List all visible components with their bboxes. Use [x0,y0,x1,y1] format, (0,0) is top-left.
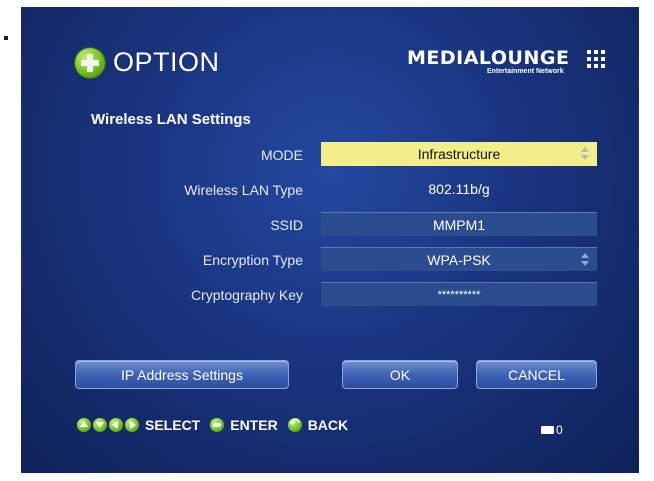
wlan-type-label: Wireless LAN Type [184,182,303,198]
down-arrow-icon [93,418,107,432]
option-screen: OPTION MEDIALOUNGE Entertainment Network… [21,7,639,473]
wlan-type-value-field: 802.11b/g [321,177,597,201]
mode-select[interactable]: Infrastructure [321,142,597,166]
enter-hint: ENTER [230,417,278,433]
page-counter: 0 [541,423,563,437]
crypto-key-value: ********** [437,288,481,301]
corner-artifact [4,36,8,40]
right-arrow-icon [125,418,139,432]
counter-value: 0 [556,423,563,437]
encryption-label: Encryption Type [202,252,303,268]
back-icon [287,416,302,432]
ok-button[interactable]: OK [342,360,458,389]
select-hint: SELECT [145,417,201,433]
spinner-arrows-icon [581,145,589,163]
plus-icon [75,47,105,78]
back-hint: BACK [307,417,349,433]
ssid-value: MMPM1 [432,216,486,233]
spinner-arrows-icon [581,251,589,269]
logo-subtitle: Entertainment Network [487,68,564,75]
left-arrow-icon [109,418,123,432]
enter-icon [210,418,225,432]
logo-grid-icon [587,50,605,68]
wlan-type-value: 802.11b/g [428,181,490,197]
counter-icon [541,426,554,434]
mode-value: Infrastructure [417,146,501,162]
encryption-value: WPA-PSK [427,251,491,268]
crypto-key-label: Cryptography Key [190,287,303,303]
encryption-select[interactable]: WPA-PSK [321,247,597,271]
page-header: OPTION [75,47,220,78]
section-title: Wireless LAN Settings [91,111,251,128]
footer-legend: SELECT ENTER BACK [77,416,358,433]
ssid-label: SSID [270,217,303,233]
ssid-field[interactable]: MMPM1 [321,212,597,236]
cancel-button[interactable]: CANCEL [476,360,597,389]
page-title: OPTION [113,47,220,77]
ip-address-settings-button[interactable]: IP Address Settings [75,360,289,389]
mode-label: MODE [261,147,303,163]
crypto-key-field[interactable]: ********** [321,282,597,306]
up-arrow-icon [77,418,91,432]
brand-logo: MEDIALOUNGE Entertainment Network [407,47,617,75]
logo-text: MEDIALOUNGE [407,47,570,69]
